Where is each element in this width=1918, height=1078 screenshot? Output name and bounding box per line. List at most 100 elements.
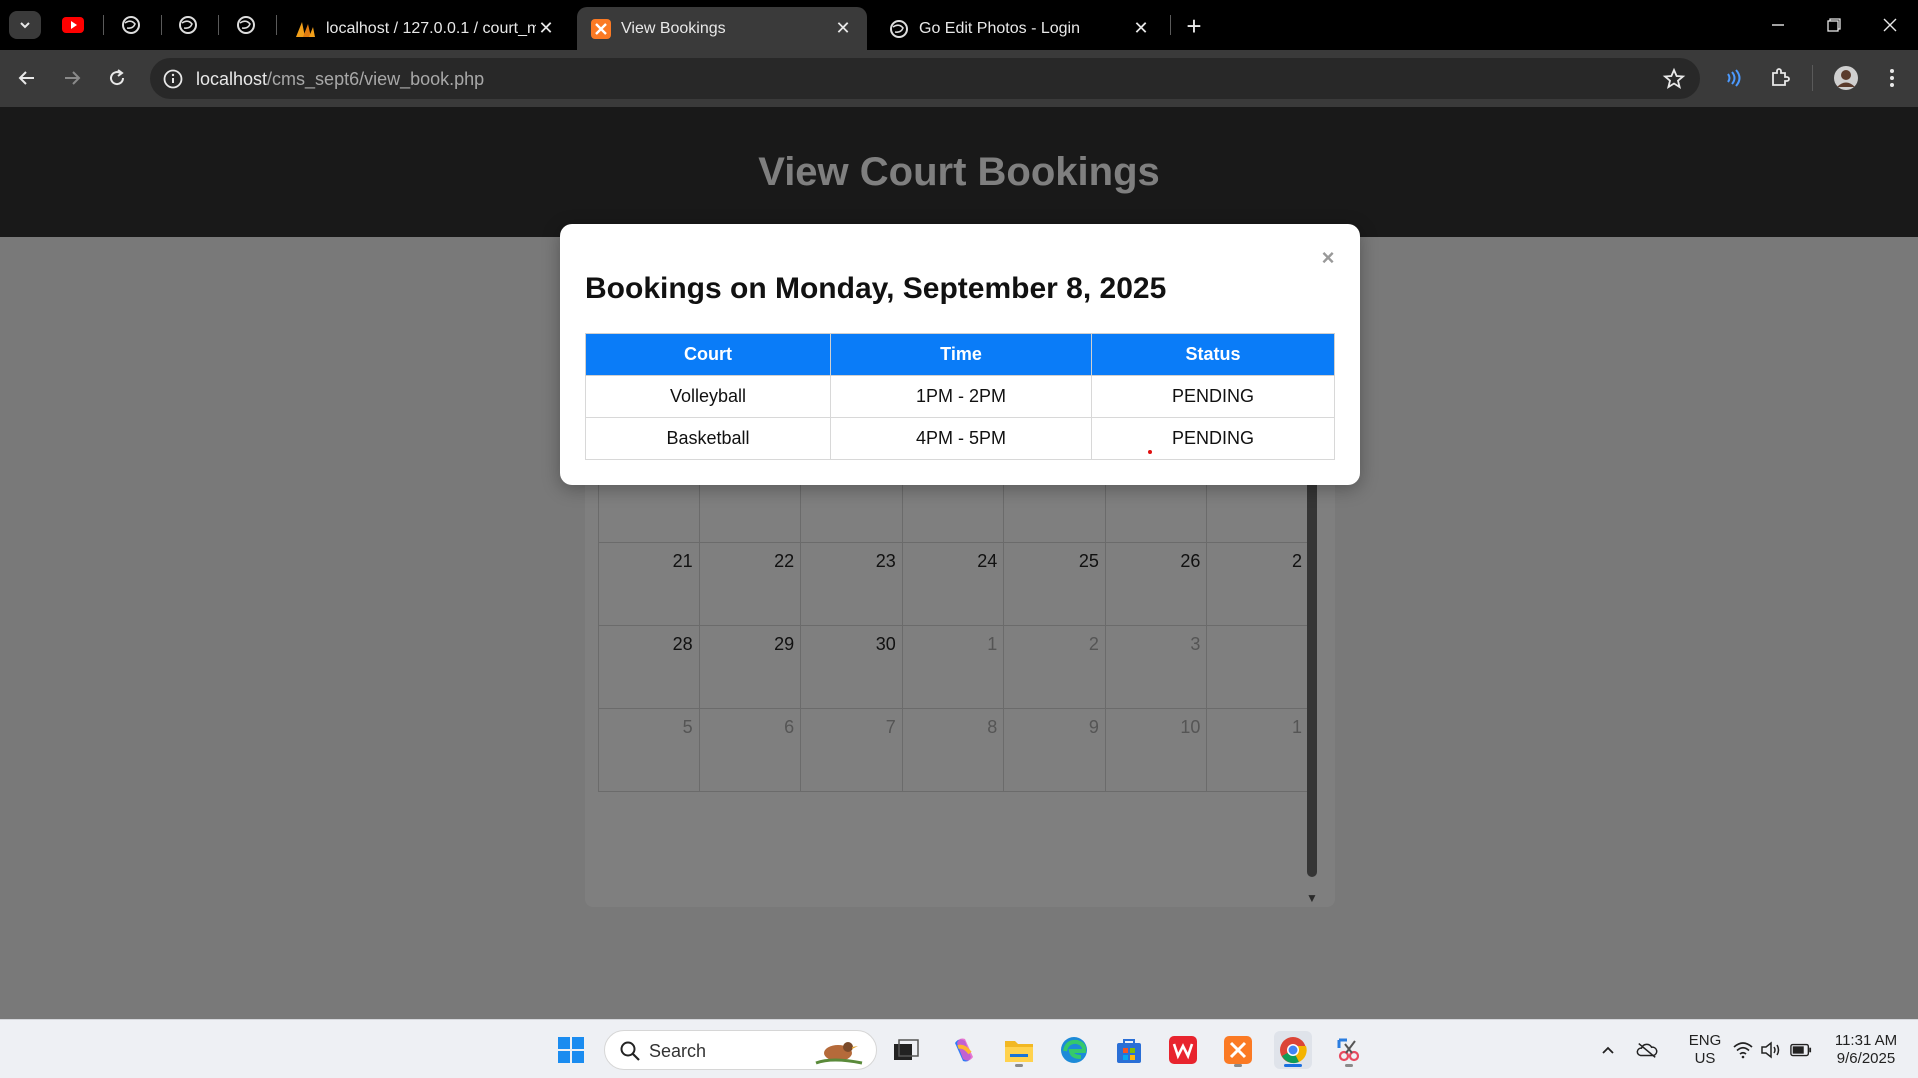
tab-view-bookings[interactable]: View Bookings ✕ [577,7,867,50]
edge-button[interactable] [1055,1031,1093,1069]
tab-title: View Bookings [621,19,726,37]
volume-status[interactable] [1760,1039,1782,1061]
reload-icon [110,69,125,86]
pinned-tab-1[interactable] [118,12,144,38]
pinned-tab-2[interactable] [175,12,201,38]
task-view-button[interactable] [887,1031,925,1069]
browser-tab-strip: localhost / 127.0.0.1 / court_ma ✕ View … [0,0,1918,50]
tab-separator [1170,15,1171,35]
close-icon[interactable]: ✕ [1131,18,1151,39]
close-icon[interactable]: ✕ [536,18,556,39]
profile-button[interactable] [1832,64,1860,92]
restore-button[interactable] [1814,10,1854,40]
taskbar-search[interactable]: Search [604,1030,877,1070]
active-indicator [1284,1064,1302,1067]
modal-close-button[interactable]: × [1318,247,1338,269]
show-hidden-icons-button[interactable] [1597,1039,1619,1061]
url-path: /cms_sept6/view_book.php [267,69,485,89]
language-label: ENG [1688,1032,1722,1049]
toolbar-separator [1812,65,1813,91]
read-aloud-icon [1727,69,1741,87]
bookmark-star-icon[interactable] [1662,67,1686,91]
arrow-right-icon [65,71,81,85]
tab-go-edit-photos[interactable]: Go Edit Photos - Login ✕ [875,7,1165,50]
cell-status-text: PENDING [1171,428,1254,448]
cell-court: Basketball [585,417,831,460]
file-explorer-button[interactable] [1000,1031,1038,1069]
tab-title: Go Edit Photos - Login [919,19,1080,37]
table-row: Volleyball 1PM - 2PM PENDING [585,375,1335,418]
close-window-button[interactable] [1870,10,1910,40]
url-text: localhost/cms_sept6/view_book.php [196,69,484,90]
xampp-icon [591,18,611,39]
pinned-tab-youtube[interactable] [60,12,86,38]
xampp-icon [1224,1036,1252,1064]
store-button[interactable] [1110,1031,1148,1069]
folder-icon [1005,1041,1033,1062]
address-bar[interactable]: localhost/cms_sept6/view_book.php [150,58,1700,99]
back-button[interactable] [12,63,42,93]
pinned-tab-3[interactable] [233,12,259,38]
forward-button[interactable] [57,63,87,93]
xampp-control-button[interactable] [1219,1031,1257,1069]
minimize-icon [1772,24,1784,26]
wps-office-button[interactable] [1164,1031,1202,1069]
tab-separator [161,15,162,35]
wifi-status[interactable] [1732,1039,1754,1061]
table-row: Basketball 4PM - 5PM PENDING [585,417,1335,460]
close-icon [1883,18,1897,32]
tab-phpmyadmin[interactable]: localhost / 127.0.0.1 / court_ma ✕ [280,7,570,50]
chevron-up-icon [1602,1046,1614,1054]
cell-time: 1PM - 2PM [830,375,1092,418]
windows-logo-icon [558,1037,584,1063]
url-host: localhost [196,69,268,89]
search-highlight-bird-icon [815,1042,863,1065]
extensions-button[interactable] [1766,64,1794,92]
search-label: Search [649,1041,707,1061]
phpmyadmin-icon [296,21,315,37]
tab-search-button[interactable] [9,11,41,39]
onedrive-button[interactable] [1636,1039,1658,1061]
more-vertical-icon [1890,69,1894,87]
table-header-row: Court Time Status [585,333,1335,376]
task-view-icon [894,1039,919,1060]
chrome-button[interactable] [1274,1031,1312,1069]
new-tab-button[interactable]: + [1180,11,1208,41]
minimize-button[interactable] [1758,10,1798,40]
globe-icon [122,16,140,34]
reload-button[interactable] [102,63,132,93]
edge-icon [1061,1037,1087,1063]
site-info-icon[interactable] [162,68,184,90]
browser-menu-button[interactable] [1878,64,1906,92]
page-viewport: View Court Bookings 72 booking(s)8910111… [0,107,1918,1019]
youtube-icon [62,17,84,33]
region-label: US [1694,1050,1716,1067]
chrome-icon [1280,1037,1307,1064]
running-indicator [1015,1064,1023,1067]
avatar [1834,66,1858,90]
windows-taskbar: Search ENG US 11:31 AM 9/6/2025 [0,1019,1918,1078]
close-icon[interactable]: ✕ [833,18,853,39]
column-header-time: Time [830,333,1092,376]
read-aloud-button[interactable] [1720,64,1748,92]
speaker-icon [1761,1041,1780,1059]
globe-icon [237,16,255,34]
browser-toolbar: localhost/cms_sept6/view_book.php [0,50,1918,107]
battery-status[interactable] [1790,1039,1812,1061]
start-button[interactable] [552,1031,590,1069]
tab-separator [276,15,277,35]
wifi-icon [1733,1042,1753,1059]
modal-heading: Bookings on Monday, September 8, 2025 [585,272,1167,305]
clock[interactable]: 11:31 AM 9/6/2025 [1824,1032,1908,1068]
restore-icon [1827,18,1841,32]
cell-court: Volleyball [585,375,831,418]
copilot-icon [955,1038,973,1062]
snipping-tool-button[interactable] [1330,1031,1368,1069]
search-icon [620,1041,640,1061]
snipping-tool-icon [1337,1038,1360,1062]
clock-date: 9/6/2025 [1836,1050,1896,1067]
input-language[interactable]: ENG US [1680,1032,1730,1068]
cell-status: PENDING [1091,417,1335,460]
copilot-button[interactable] [945,1031,983,1069]
running-indicator [1234,1064,1242,1067]
